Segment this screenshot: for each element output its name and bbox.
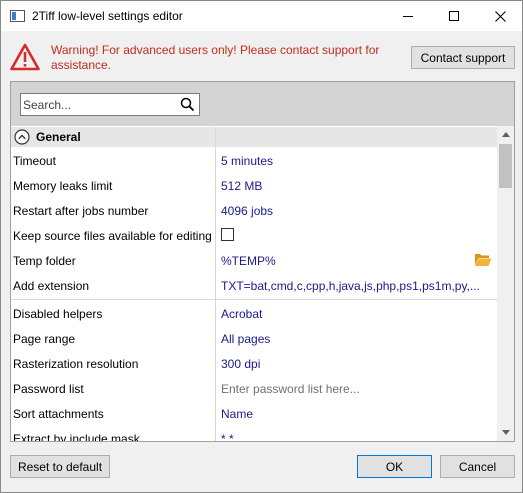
minimize-icon: [403, 15, 413, 17]
property-name: Password list: [13, 382, 84, 396]
folder-open-icon[interactable]: [474, 252, 492, 267]
settings-editor-window: 2Tiff low-level settings editor Warning!…: [0, 0, 523, 493]
property-row-memory-leaks-limit[interactable]: Memory leaks limit 512 MB: [11, 173, 497, 198]
title-bar: 2Tiff low-level settings editor: [1, 1, 522, 31]
property-name: Keep source files available for editing: [13, 229, 212, 243]
property-name: Timeout: [13, 154, 56, 168]
search-box: [20, 93, 200, 116]
minimize-button[interactable]: [385, 1, 431, 31]
property-name: Temp folder: [13, 254, 76, 268]
property-value[interactable]: TXT=bat,cmd,c,cpp,h,java,js,php,ps1,ps1m…: [221, 279, 481, 293]
property-row-keep-source-files[interactable]: Keep source files available for editing: [11, 223, 497, 248]
window-title: 2Tiff low-level settings editor: [32, 9, 183, 23]
property-name: Add extension: [13, 279, 90, 293]
grid-toolbar: [11, 82, 514, 126]
password-list-input[interactable]: Enter password list here...: [221, 382, 481, 396]
ok-button[interactable]: OK: [357, 455, 432, 478]
property-row-add-extension[interactable]: Add extension TXT=bat,cmd,c,cpp,h,java,j…: [11, 273, 497, 298]
property-value[interactable]: Acrobat: [221, 307, 481, 321]
property-row-rasterization-resolution[interactable]: Rasterization resolution 300 dpi: [11, 351, 497, 376]
property-row-temp-folder[interactable]: Temp folder %TEMP%: [11, 248, 497, 273]
search-input[interactable]: [23, 96, 173, 113]
reset-to-default-button[interactable]: Reset to default: [10, 455, 110, 478]
property-value[interactable]: *.*: [221, 432, 481, 441]
property-row-disabled-helpers[interactable]: Disabled helpers Acrobat: [11, 301, 497, 326]
property-row-sort-attachments[interactable]: Sort attachments Name: [11, 401, 497, 426]
scroll-thumb[interactable]: [499, 144, 512, 188]
property-name: Memory leaks limit: [13, 179, 113, 193]
property-value[interactable]: Name: [221, 407, 481, 421]
property-row-password-list[interactable]: Password list Enter password list here..…: [11, 376, 497, 401]
warning-message: Warning! For advanced users only! Please…: [51, 43, 380, 72]
maximize-button[interactable]: [431, 1, 477, 31]
category-label: General: [36, 130, 81, 144]
property-value[interactable]: 512 MB: [221, 179, 481, 193]
search-icon[interactable]: [180, 97, 195, 112]
scroll-up-icon: [501, 132, 510, 137]
property-value[interactable]: 5 minutes: [221, 154, 481, 168]
close-icon: [494, 10, 506, 22]
property-name: Extract by include mask: [13, 432, 140, 442]
property-value[interactable]: 300 dpi: [221, 357, 481, 371]
property-name: Page range: [13, 332, 76, 346]
scroll-down-button[interactable]: [497, 424, 514, 441]
property-name: Disabled helpers: [13, 307, 103, 321]
scroll-up-button[interactable]: [497, 126, 514, 143]
property-name: Sort attachments: [13, 407, 104, 421]
maximize-icon: [449, 11, 459, 21]
cancel-button[interactable]: Cancel: [440, 455, 515, 478]
keep-source-files-checkbox[interactable]: [221, 228, 234, 241]
property-value[interactable]: %TEMP%: [221, 254, 481, 268]
property-name: Restart after jobs number: [13, 204, 149, 218]
warning-triangle-icon: [10, 43, 40, 71]
scroll-down-icon: [501, 430, 510, 435]
close-button[interactable]: [477, 1, 522, 31]
property-value[interactable]: 4096 jobs: [221, 204, 481, 218]
contact-support-button[interactable]: Contact support: [411, 46, 515, 69]
property-row-restart-after-jobs[interactable]: Restart after jobs number 4096 jobs: [11, 198, 497, 223]
property-row-page-range[interactable]: Page range All pages: [11, 326, 497, 351]
property-value[interactable]: All pages: [221, 332, 481, 346]
property-row-extract-by-include-mask[interactable]: Extract by include mask *.*: [11, 426, 497, 442]
property-row-timeout[interactable]: Timeout 5 minutes: [11, 148, 497, 173]
category-general[interactable]: General: [11, 127, 497, 147]
property-grid: General Timeout 5 minutes Memory leaks l…: [10, 81, 515, 442]
group-separator: [11, 299, 497, 300]
vertical-scrollbar[interactable]: [497, 126, 514, 441]
property-name: Rasterization resolution: [13, 357, 139, 371]
chevron-up-circle-icon[interactable]: [14, 129, 30, 145]
app-icon: [10, 10, 25, 22]
